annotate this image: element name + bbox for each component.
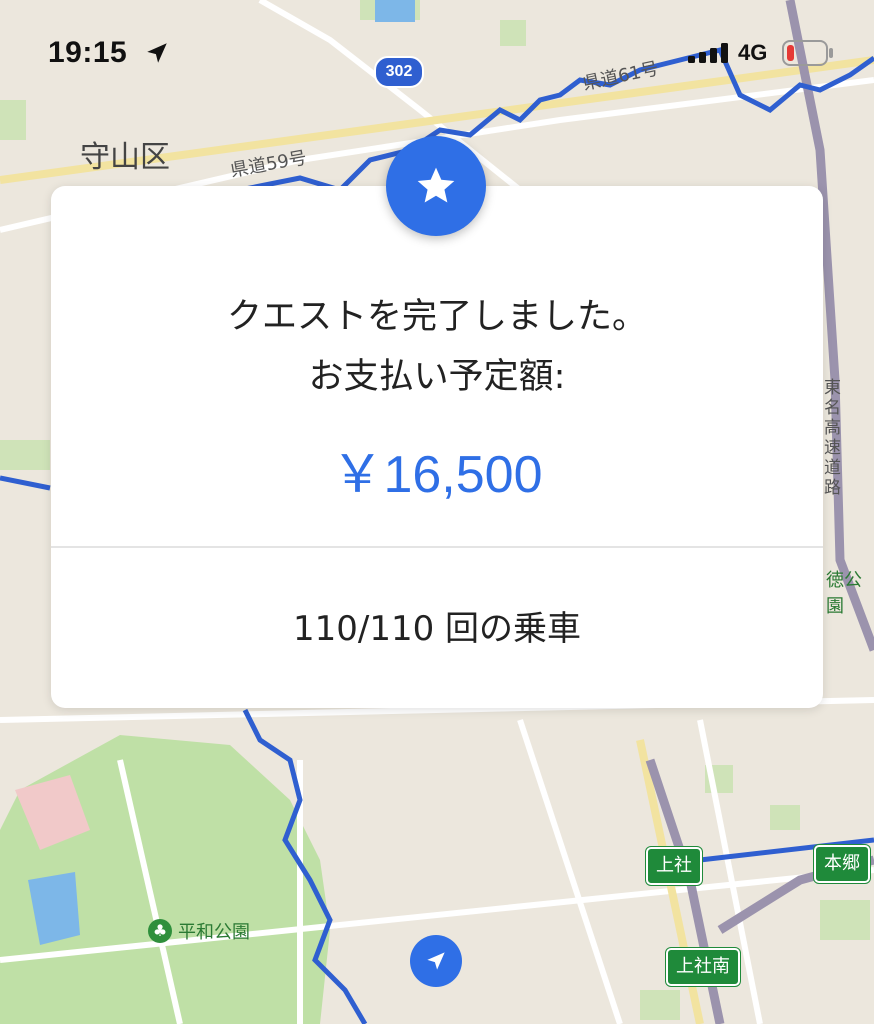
district-label: 守山区 <box>80 140 170 175</box>
station-kamiyashiro-minami: 上社南 <box>666 948 740 986</box>
quest-star-badge <box>386 136 486 236</box>
payment-amount: ￥16,500 <box>331 446 543 504</box>
park-edge-label: 徳公園 <box>826 570 862 617</box>
tree-icon: ♣ <box>148 919 172 943</box>
station-hongo: 本郷 <box>814 845 870 883</box>
star-icon <box>417 167 455 203</box>
quest-complete-message: クエストを完了しました。 <box>226 297 647 337</box>
park-label: ♣ 平和公園 <box>148 918 250 944</box>
ride-count: 110/110 回の乗車 <box>292 609 582 649</box>
quest-complete-card: クエストを完了しました。 お支払い予定額: ￥16,500 110/110 回の… <box>51 186 823 708</box>
expressway-label: 東名高速道路 <box>824 378 841 498</box>
route-302-shield: 302 <box>374 56 424 88</box>
navigation-arrow-icon <box>427 952 445 970</box>
current-location-button[interactable] <box>410 935 462 987</box>
payment-label: お支払い予定額: <box>308 357 566 397</box>
station-kamiyashiro: 上社 <box>646 847 702 885</box>
park-name: 平和公園 <box>178 922 250 943</box>
card-divider <box>51 546 823 548</box>
